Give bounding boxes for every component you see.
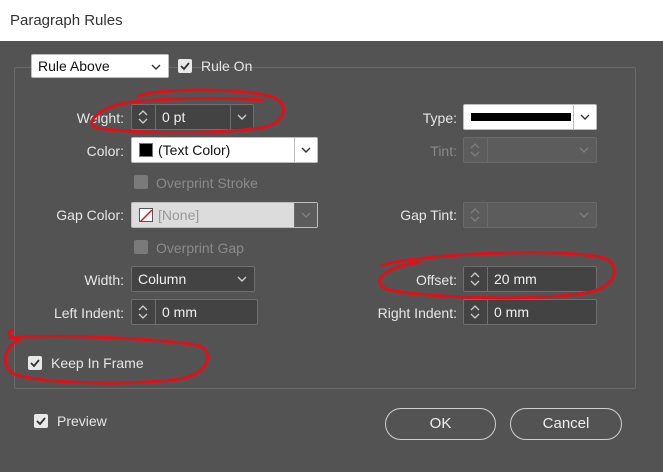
- tint-label: Tint:: [430, 143, 457, 159]
- left-indent-stepper[interactable]: [132, 300, 156, 324]
- weight-stepper[interactable]: [132, 105, 156, 129]
- chevron-down-icon[interactable]: [231, 267, 254, 291]
- title-bar: Paragraph Rules: [0, 0, 663, 41]
- preview-checkbox[interactable]: [34, 414, 48, 428]
- preview-label: Preview: [57, 413, 107, 429]
- none-swatch-icon: [139, 208, 153, 223]
- color-label: Color:: [86, 143, 124, 159]
- chevron-down-icon[interactable]: [573, 105, 596, 129]
- color-swatch: [139, 143, 153, 157]
- stepper-arrows-icon: [470, 208, 480, 222]
- paragraph-rules-dialog: Rule Above Rule On Weight: 0 pt Type: Co…: [0, 41, 663, 472]
- type-select[interactable]: [463, 104, 597, 130]
- chevron-down-icon: [294, 203, 317, 227]
- offset-field[interactable]: 20 mm: [463, 266, 597, 292]
- color-select[interactable]: (Text Color): [131, 137, 318, 163]
- width-select[interactable]: Column: [131, 266, 255, 292]
- weight-value: 0 pt: [162, 109, 186, 125]
- offset-value: 20 mm: [494, 271, 537, 287]
- chevron-down-icon: [145, 55, 168, 77]
- left-indent-field[interactable]: 0 mm: [131, 299, 258, 325]
- stepper-arrows-icon: [470, 143, 480, 157]
- stepper-arrows-icon: [470, 272, 480, 286]
- rule-type-select[interactable]: Rule Above: [31, 54, 169, 78]
- ok-button[interactable]: OK: [385, 408, 496, 440]
- gap-tint-field[interactable]: [463, 202, 597, 228]
- gap-color-label: Gap Color:: [56, 207, 124, 223]
- solid-line-swatch: [471, 113, 571, 121]
- rule-on-label: Rule On: [201, 58, 253, 74]
- width-label: Width:: [84, 272, 124, 288]
- stepper-arrows-icon: [138, 305, 148, 319]
- chevron-down-icon[interactable]: [294, 138, 317, 162]
- rule-type-select-value: Rule Above: [38, 58, 110, 74]
- checkmark-icon: [36, 417, 46, 426]
- stepper-arrows-icon: [138, 110, 148, 124]
- gap-tint-label: Gap Tint:: [400, 207, 457, 223]
- gap-tint-stepper: [464, 203, 488, 227]
- width-value: Column: [138, 271, 187, 287]
- tint-field[interactable]: [463, 137, 597, 163]
- type-label: Type:: [422, 110, 457, 126]
- gap-color-select[interactable]: [None]: [131, 202, 318, 228]
- gap-color-value: [None]: [158, 207, 200, 223]
- left-indent-value: 0 mm: [162, 304, 197, 320]
- chevron-down-icon: [573, 138, 596, 162]
- cancel-button[interactable]: Cancel: [510, 408, 622, 440]
- keep-in-frame-label: Keep In Frame: [51, 355, 144, 371]
- window-title: Paragraph Rules: [10, 12, 123, 29]
- chevron-down-icon: [573, 203, 596, 227]
- tint-stepper: [464, 138, 488, 162]
- weight-field[interactable]: 0 pt: [131, 104, 254, 130]
- overprint-stroke-label: Overprint Stroke: [156, 175, 258, 191]
- checkmark-icon: [30, 359, 40, 368]
- right-indent-field[interactable]: 0 mm: [463, 299, 597, 325]
- color-value: (Text Color): [158, 142, 231, 158]
- right-indent-stepper[interactable]: [464, 300, 488, 324]
- offset-label: Offset:: [416, 272, 457, 288]
- right-indent-value: 0 mm: [494, 304, 529, 320]
- overprint-gap-checkbox[interactable]: [134, 240, 148, 254]
- stepper-arrows-icon: [470, 305, 480, 319]
- overprint-gap-label: Overprint Gap: [156, 240, 244, 256]
- right-indent-label: Right Indent:: [377, 305, 457, 321]
- chevron-down-icon[interactable]: [230, 105, 253, 129]
- keep-in-frame-checkbox[interactable]: [28, 356, 42, 370]
- overprint-stroke-checkbox[interactable]: [134, 175, 148, 189]
- checkmark-icon: [180, 62, 190, 71]
- rule-on-checkbox[interactable]: [178, 59, 192, 73]
- left-indent-label: Left Indent:: [53, 305, 124, 321]
- offset-stepper[interactable]: [464, 267, 488, 291]
- weight-label: Weight:: [76, 110, 124, 126]
